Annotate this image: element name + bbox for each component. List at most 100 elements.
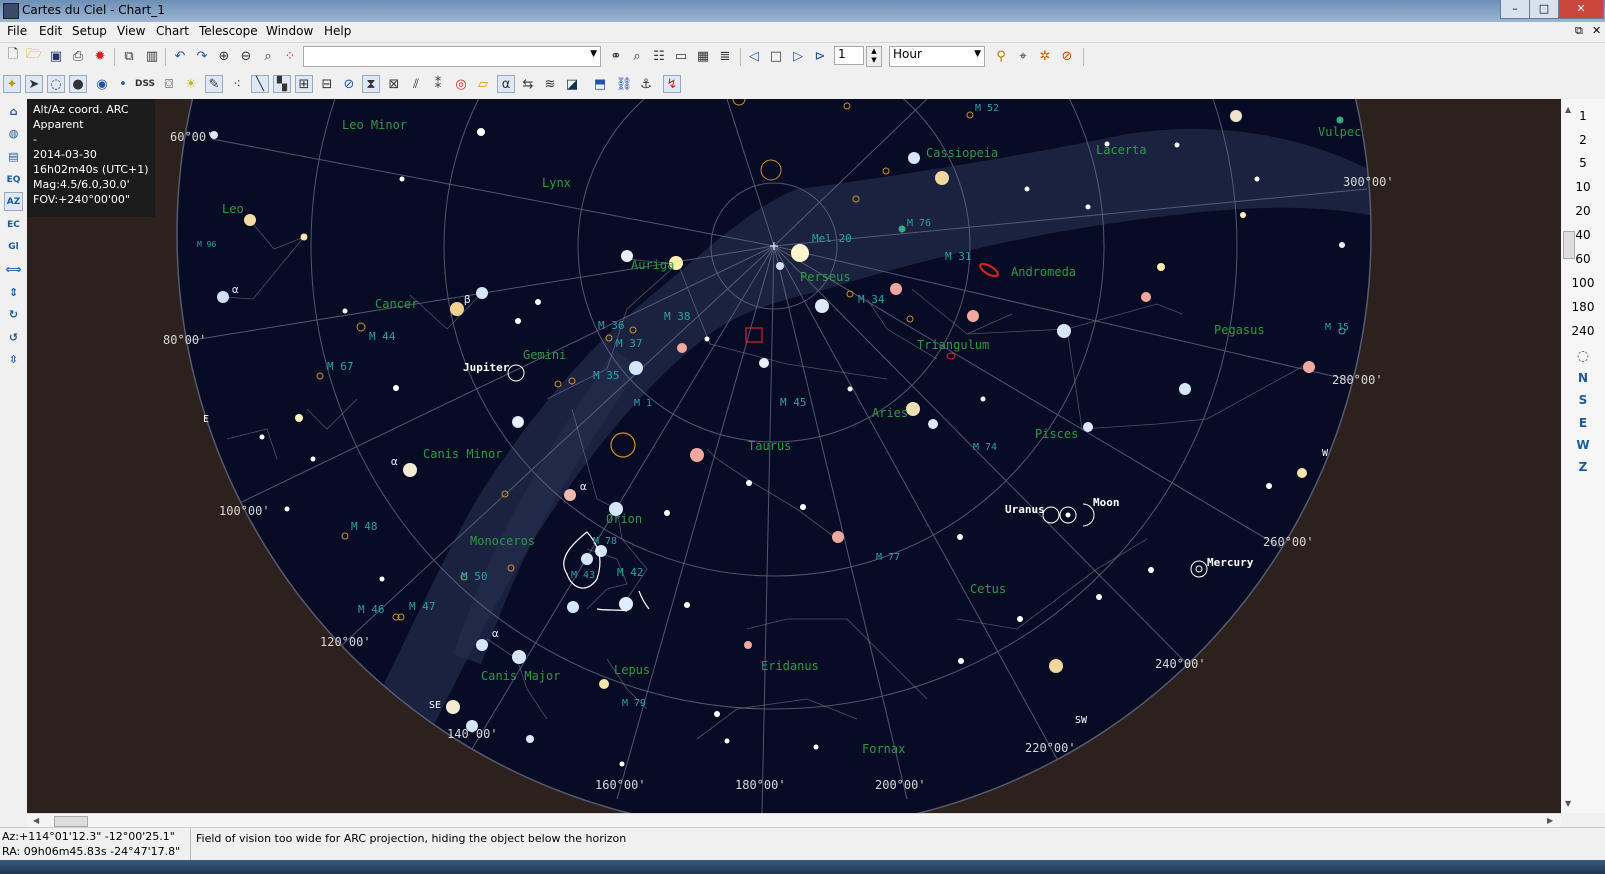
- redo-icon[interactable]: ↷: [193, 47, 211, 65]
- open-icon[interactable]: 🗁: [25, 47, 43, 65]
- fov-button-60[interactable]: 60: [1561, 252, 1605, 266]
- list-icon[interactable]: ☷: [650, 47, 668, 65]
- zoom-in-icon[interactable]: ⊕: [215, 47, 233, 65]
- fov-button-5[interactable]: 5: [1561, 156, 1605, 170]
- scale-icon[interactable]: ⊠: [385, 75, 403, 93]
- direction-north-button[interactable]: N: [1561, 371, 1605, 385]
- dss-icon[interactable]: DSS: [135, 75, 155, 93]
- settings-icon[interactable]: ✹: [91, 47, 109, 65]
- fov-button-1[interactable]: 1: [1561, 109, 1605, 123]
- scroll-down-icon[interactable]: ▼: [1565, 799, 1571, 808]
- globe-icon[interactable]: ◍: [4, 124, 23, 143]
- constellation-icon[interactable]: ⁖: [228, 75, 246, 93]
- direction-east-button[interactable]: E: [1561, 416, 1605, 430]
- rotate-ccw-icon[interactable]: ↺: [4, 328, 23, 347]
- horizon-view-icon[interactable]: ⌂: [4, 102, 23, 121]
- horizon-icon[interactable]: ≋: [541, 75, 559, 93]
- fov-button-100[interactable]: 100: [1561, 276, 1605, 290]
- maximize-button[interactable]: □: [1529, 0, 1559, 19]
- direction-west-button[interactable]: W: [1561, 438, 1605, 452]
- fov-button-180[interactable]: 180: [1561, 300, 1605, 314]
- no-sign-icon[interactable]: ⊘: [1058, 47, 1076, 65]
- night-mode-icon[interactable]: ◪: [563, 75, 581, 93]
- binoculars-icon[interactable]: ⚭: [607, 47, 625, 65]
- calendar-icon[interactable]: ▤: [4, 147, 23, 166]
- horizontal-scrollbar[interactable]: ◀ ▶: [27, 813, 1561, 828]
- camera-icon[interactable]: ⌼: [160, 75, 178, 93]
- step-forward-icon[interactable]: ⊳: [811, 47, 829, 65]
- trajectory-icon[interactable]: ↯: [663, 75, 681, 93]
- eq-mode-icon[interactable]: EQ: [4, 170, 23, 189]
- menu-telescope[interactable]: Telescope: [199, 24, 258, 38]
- copy-icon[interactable]: ⧉: [120, 47, 138, 65]
- time-unit-select[interactable]: Hour ▼: [889, 46, 985, 67]
- galaxy-icon[interactable]: ●: [69, 75, 87, 93]
- export-icon[interactable]: ⬒: [591, 75, 609, 93]
- label-icon[interactable]: ✎: [205, 75, 223, 93]
- new-chart-icon[interactable]: 🗋: [4, 47, 22, 65]
- time-step-input[interactable]: 1: [834, 46, 864, 65]
- sky-chart-canvas[interactable]: Leo Minor Lynx Cassiopeia Lacerta Vulpec…: [27, 99, 1561, 813]
- milky-way-fill-icon[interactable]: ⁑: [429, 75, 447, 93]
- close-button[interactable]: ✕: [1558, 0, 1604, 19]
- close-child-icon[interactable]: ✕: [1592, 24, 1601, 37]
- find-icon[interactable]: ⌕: [628, 47, 646, 65]
- play-icon[interactable]: ▷: [789, 47, 807, 65]
- direction-south-button[interactable]: S: [1561, 393, 1605, 407]
- compass-icon[interactable]: ⊘: [340, 75, 358, 93]
- pointer-icon[interactable]: ➤: [25, 75, 43, 93]
- save-icon[interactable]: ▣: [47, 47, 65, 65]
- planet-icon[interactable]: ◉: [93, 75, 111, 93]
- ruler-icon[interactable]: ▱: [474, 75, 492, 93]
- monitor-icon[interactable]: ▭: [672, 47, 690, 65]
- flip-icon[interactable]: ⇆: [519, 75, 537, 93]
- minimize-button[interactable]: –: [1500, 0, 1530, 19]
- time-step-spinner[interactable]: ▲ ▼: [866, 46, 882, 67]
- az-mode-icon[interactable]: AZ: [4, 192, 23, 211]
- bulb-icon[interactable]: ☀: [182, 75, 200, 93]
- fov-button-10[interactable]: 10: [1561, 180, 1605, 194]
- fov-button-40[interactable]: 40: [1561, 228, 1605, 242]
- sky-chart[interactable]: Leo Minor Lynx Cassiopeia Lacerta Vulpec…: [27, 99, 1561, 813]
- telescope-icon[interactable]: ⚲: [992, 47, 1010, 65]
- menu-chart[interactable]: Chart: [156, 24, 189, 38]
- menu-file[interactable]: File: [7, 24, 27, 38]
- flip-vertical-icon[interactable]: ⇕: [4, 283, 23, 302]
- hourglass-icon[interactable]: ⧗: [362, 75, 380, 93]
- star-icon[interactable]: ✦: [3, 75, 21, 93]
- all-sky-icon[interactable]: ◌: [1561, 348, 1605, 364]
- menu-view[interactable]: View: [117, 24, 145, 38]
- horizontal-scroll-thumb[interactable]: [54, 816, 88, 827]
- boundary-icon[interactable]: ▚: [273, 75, 291, 93]
- zoom-out-icon[interactable]: ⊖: [237, 47, 255, 65]
- ec-mode-icon[interactable]: EC: [4, 215, 23, 234]
- stop-icon[interactable]: □: [767, 47, 785, 65]
- undo-icon[interactable]: ↶: [171, 47, 189, 65]
- marker-icon[interactable]: ⁘: [281, 47, 299, 65]
- zoom-icon[interactable]: ⌕: [259, 47, 277, 65]
- fov-button-20[interactable]: 20: [1561, 204, 1605, 218]
- tile-icon[interactable]: ▥: [143, 47, 161, 65]
- alpha-icon[interactable]: α: [497, 75, 515, 93]
- search-combo[interactable]: ▼: [303, 46, 601, 67]
- anchor-icon[interactable]: ⚓: [637, 75, 655, 93]
- flip-horizontal-icon[interactable]: ⟺: [4, 260, 23, 279]
- link-icon[interactable]: ⛓: [615, 75, 633, 93]
- restore-child-icon[interactable]: ⧉: [1575, 24, 1583, 38]
- print-icon[interactable]: ⎙: [69, 47, 87, 65]
- scroll-right-icon[interactable]: ▶: [1547, 816, 1553, 825]
- rotate-cw-icon[interactable]: ↻: [4, 305, 23, 324]
- fov-button-2[interactable]: 2: [1561, 133, 1605, 147]
- line-icon[interactable]: ╲: [251, 75, 269, 93]
- step-back-icon[interactable]: ◁: [745, 47, 763, 65]
- crosshair-icon[interactable]: ⌖: [1014, 47, 1032, 65]
- fov-button-240[interactable]: 240: [1561, 324, 1605, 338]
- milky-way-icon[interactable]: ⫽: [407, 75, 425, 93]
- eq-grid-icon[interactable]: ⊟: [318, 75, 336, 93]
- asteroid-icon[interactable]: •: [114, 75, 132, 93]
- menu-setup[interactable]: Setup: [72, 24, 107, 38]
- menu-edit[interactable]: Edit: [39, 24, 62, 38]
- grid-icon[interactable]: ⊞: [295, 75, 313, 93]
- target-icon[interactable]: ◎: [452, 75, 470, 93]
- direction-zenith-button[interactable]: Z: [1561, 460, 1605, 474]
